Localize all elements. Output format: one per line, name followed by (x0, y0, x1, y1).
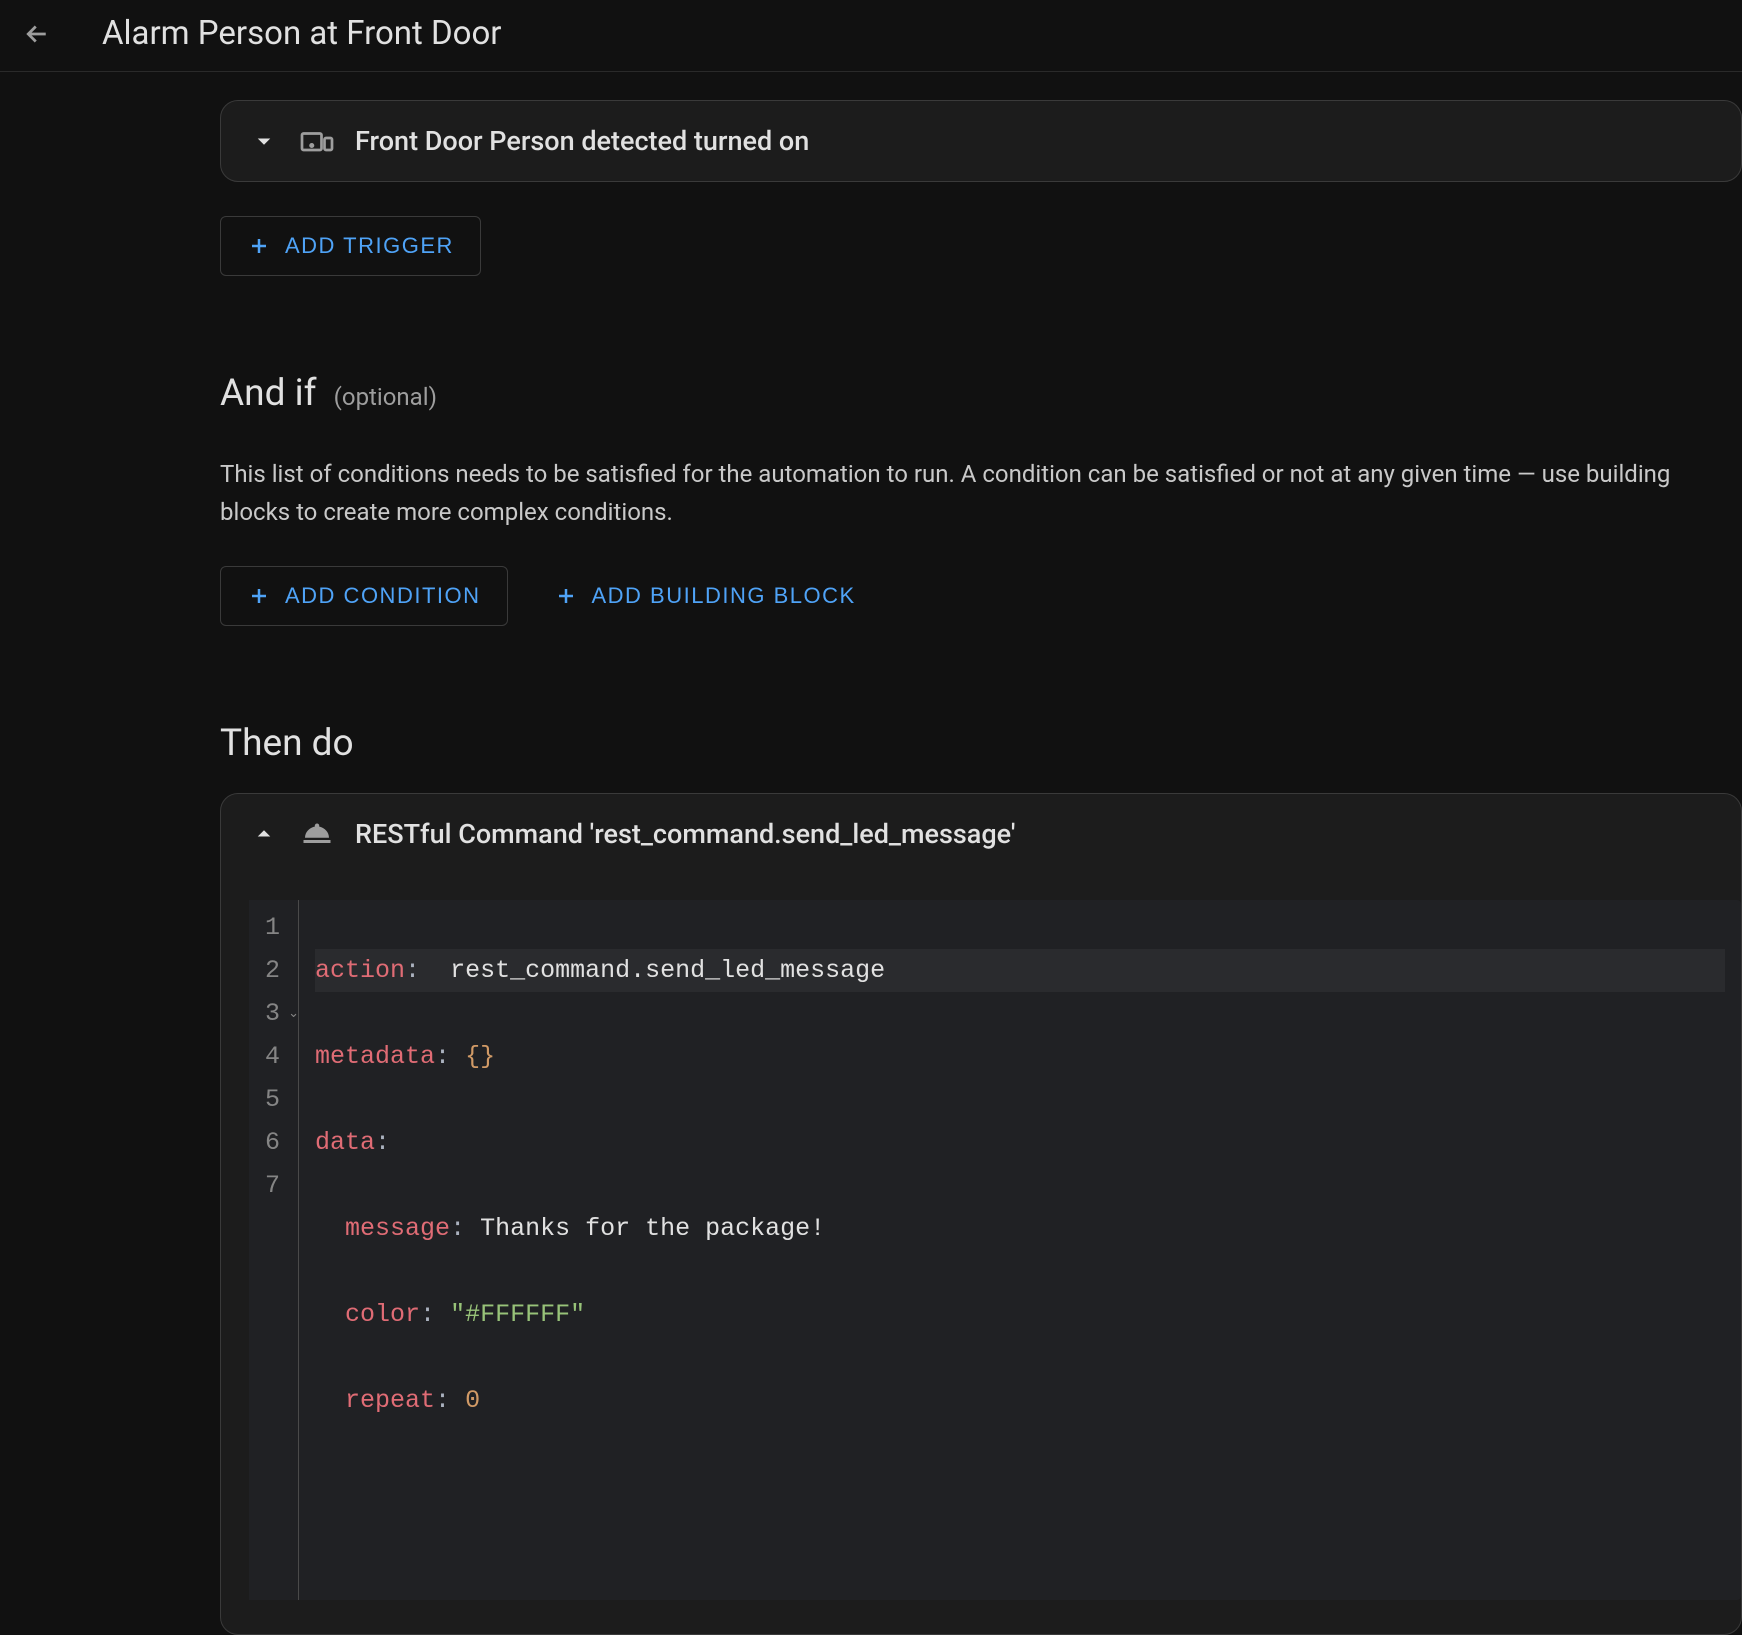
devices-icon (299, 123, 335, 159)
action-card: RESTful Command 'rest_command.send_led_m… (220, 793, 1742, 1635)
conditions-description: This list of conditions needs to be sati… (220, 455, 1742, 532)
actions-section-title: Then do (220, 722, 1742, 765)
back-arrow-icon[interactable] (20, 17, 54, 51)
plus-icon (554, 584, 578, 608)
add-building-block-label: Add Building Block (592, 583, 856, 609)
conditions-section-title: And if (optional) (220, 372, 1742, 415)
line-number: 3⌄ (265, 992, 288, 1035)
chevron-up-icon[interactable] (249, 819, 279, 849)
plus-icon (247, 584, 271, 608)
action-card-header[interactable]: RESTful Command 'rest_command.send_led_m… (221, 794, 1741, 866)
line-number: 4 (265, 1035, 288, 1078)
line-number: 1 (265, 906, 288, 949)
plus-icon (247, 234, 271, 258)
line-number: 2 (265, 949, 288, 992)
trigger-card[interactable]: Front Door Person detected turned on (220, 100, 1742, 182)
line-number: 7 (265, 1164, 288, 1207)
action-card-title: RESTful Command 'rest_command.send_led_m… (355, 818, 1015, 850)
editor-content[interactable]: action: rest_command.send_led_message me… (299, 900, 1741, 1600)
conditions-subtitle: (optional) (334, 383, 437, 411)
add-building-block-button[interactable]: Add Building Block (528, 566, 882, 626)
trigger-buttons: Add Trigger (220, 216, 1742, 276)
add-condition-label: Add Condition (285, 583, 481, 609)
content-area: Front Door Person detected turned on Add… (0, 100, 1742, 1635)
yaml-editor[interactable]: 1 2 3⌄ 4 5 6 7 action: rest_command.send… (249, 900, 1741, 1600)
room-service-icon (299, 816, 335, 852)
line-number: 5 (265, 1078, 288, 1121)
trigger-card-title: Front Door Person detected turned on (355, 125, 809, 157)
line-number: 6 (265, 1121, 288, 1164)
chevron-down-icon[interactable] (249, 126, 279, 156)
add-condition-button[interactable]: Add Condition (220, 566, 508, 626)
add-trigger-label: Add Trigger (285, 233, 454, 259)
conditions-title-text: And if (220, 372, 316, 415)
fold-arrow-icon[interactable]: ⌄ (288, 992, 299, 1035)
condition-buttons: Add Condition Add Building Block (220, 566, 1742, 626)
add-trigger-button[interactable]: Add Trigger (220, 216, 481, 276)
editor-gutter: 1 2 3⌄ 4 5 6 7 (249, 900, 299, 1600)
page-title: Alarm Person at Front Door (102, 14, 501, 53)
app-header: Alarm Person at Front Door (0, 0, 1742, 72)
